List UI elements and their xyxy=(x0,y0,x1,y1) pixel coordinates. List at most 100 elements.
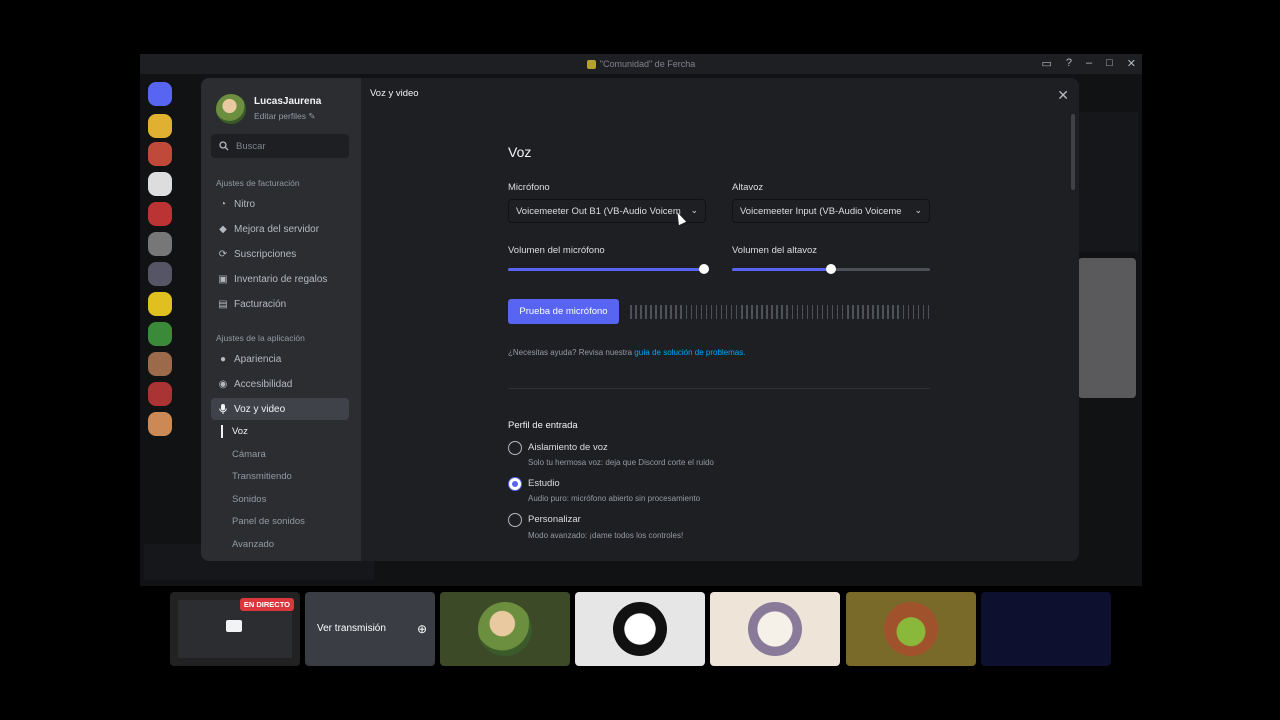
server-icon[interactable] xyxy=(148,382,172,406)
server-icon[interactable] xyxy=(148,352,172,376)
participant-tile[interactable] xyxy=(440,592,570,666)
home-icon[interactable] xyxy=(148,82,172,106)
avatar xyxy=(478,602,532,656)
mic-volume-handle[interactable] xyxy=(699,264,710,274)
meter-bar xyxy=(796,305,799,319)
radio-studio[interactable] xyxy=(508,477,522,491)
sidebar-item-gift-inventory[interactable]: ▣ Inventario de regalos xyxy=(211,268,349,290)
edit-profiles-link[interactable]: Editar perfiles xyxy=(254,111,306,121)
speaker-select[interactable]: Voicemeeter Input (VB-Audio Voiceme ⌄ xyxy=(732,199,930,223)
speaker-volume-fill xyxy=(732,268,831,271)
sidebar-item-nitro[interactable]: ◔ Nitro xyxy=(211,193,349,215)
radio-voice-isolation[interactable] xyxy=(508,441,522,455)
subitem-camera[interactable]: Cámara xyxy=(232,449,266,460)
subitem-streaming[interactable]: Transmitiendo xyxy=(232,471,292,482)
meter-bar xyxy=(655,305,657,319)
server-icon[interactable] xyxy=(148,262,172,286)
meter-bar xyxy=(836,305,839,319)
user-profile[interactable]: LucasJaurena Editar perfiles ✎ xyxy=(216,94,321,124)
meter-bar xyxy=(917,305,920,319)
subitem-sounds[interactable]: Sonidos xyxy=(232,494,266,505)
participant-tile[interactable] xyxy=(981,592,1111,666)
meter-bar xyxy=(695,305,698,319)
mic-volume-fill xyxy=(508,268,705,271)
maximize-button[interactable]: □ xyxy=(1106,57,1113,70)
server-icon[interactable] xyxy=(148,232,172,256)
profile-voice-isolation-desc: Solo tu hermosa voz: deja que Discord co… xyxy=(528,458,714,467)
meter-bar xyxy=(927,305,930,319)
close-window-button[interactable]: ✕ xyxy=(1127,57,1136,70)
sidebar-item-server-boost[interactable]: ◆ Mejora del servidor xyxy=(211,218,349,240)
meter-bar xyxy=(761,305,763,319)
active-subitem-indicator xyxy=(221,425,223,438)
sidebar-item-subscriptions[interactable]: ⟳ Suscripciones xyxy=(211,243,349,265)
meter-bar xyxy=(715,305,718,319)
meter-bar xyxy=(902,305,905,319)
server-icon[interactable] xyxy=(148,172,172,196)
meter-bar xyxy=(670,305,672,319)
settings-modal: LucasJaurena Editar perfiles ✎ Buscar Aj… xyxy=(201,78,1079,561)
scrollbar[interactable] xyxy=(1071,114,1075,190)
mic-volume-slider[interactable] xyxy=(508,264,710,274)
participant-tile[interactable] xyxy=(710,592,840,666)
meter-bar xyxy=(816,305,819,319)
help-text: ¿Necesitas ayuda? Revisa nuestra guía de… xyxy=(508,348,746,357)
subitem-soundboard[interactable]: Panel de sonidos xyxy=(232,516,305,527)
help-icon[interactable]: ? xyxy=(1066,57,1072,70)
search-icon xyxy=(219,141,229,151)
participant-tile[interactable] xyxy=(575,592,705,666)
meter-bar xyxy=(912,305,915,319)
mic-test-button[interactable]: Prueba de micrófono xyxy=(508,299,619,324)
chevron-down-icon: ⌄ xyxy=(914,205,922,215)
sidebar-item-appearance[interactable]: ● Apariencia xyxy=(211,348,349,370)
server-icon[interactable] xyxy=(148,412,172,436)
avatar xyxy=(613,602,667,656)
billing-icon: ▤ xyxy=(218,298,228,310)
chevron-down-icon: ⌄ xyxy=(690,205,698,215)
background-panel xyxy=(1078,112,1138,252)
subitem-voice[interactable]: Voz xyxy=(232,426,248,437)
speaker-volume-handle[interactable] xyxy=(826,264,836,274)
speaker-volume-slider[interactable] xyxy=(732,264,930,274)
sidebar-item-voice-video[interactable]: Voz y video xyxy=(211,398,349,420)
radio-custom[interactable] xyxy=(508,513,522,527)
meter-bar xyxy=(801,305,804,319)
server-icon[interactable] xyxy=(148,202,172,226)
meter-bar xyxy=(735,305,738,319)
server-icon[interactable] xyxy=(148,142,172,166)
sidebar-item-accessibility[interactable]: ◉ Accesibilidad xyxy=(211,373,349,395)
sidebar-item-billing[interactable]: ▤ Facturación xyxy=(211,293,349,315)
meter-bar xyxy=(862,305,864,319)
troubleshooting-link[interactable]: guía de solución de problemas. xyxy=(634,348,745,357)
section-title: Voz xyxy=(508,144,532,160)
meter-bar xyxy=(852,305,854,319)
meter-bar xyxy=(877,305,879,319)
microphone-value: Voicemeeter Out B1 (VB-Audio Voicem xyxy=(516,206,681,217)
meter-bar xyxy=(680,305,682,319)
stream-tile[interactable]: EN DIRECTO xyxy=(170,592,300,666)
inbox-icon[interactable]: ▭ xyxy=(1041,57,1051,70)
subitem-advanced[interactable]: Avanzado xyxy=(232,539,274,550)
search-input[interactable]: Buscar xyxy=(211,134,349,158)
server-icon xyxy=(586,60,596,70)
minimize-button[interactable]: – xyxy=(1086,57,1092,70)
screen-share-icon xyxy=(226,620,242,632)
close-icon[interactable]: ✕ xyxy=(1057,87,1069,104)
profile-studio-title: Estudio xyxy=(528,478,560,489)
meter-bar xyxy=(847,305,849,319)
pencil-icon: ✎ xyxy=(308,111,316,121)
profile-custom-title: Personalizar xyxy=(528,514,581,525)
server-icon[interactable] xyxy=(148,322,172,346)
meter-bar xyxy=(705,305,708,319)
server-icon[interactable] xyxy=(148,292,172,316)
server-icon[interactable] xyxy=(148,114,172,138)
meter-bar xyxy=(887,305,889,319)
watch-stream-tile[interactable]: Ver transmisión ⊕ xyxy=(305,592,435,666)
participant-tile[interactable] xyxy=(846,592,976,666)
meter-bar xyxy=(882,305,884,319)
meter-bar xyxy=(675,305,677,319)
live-badge: EN DIRECTO xyxy=(239,598,294,611)
username: LucasJaurena xyxy=(254,96,322,107)
meter-bar xyxy=(781,305,783,319)
mic-level-meter xyxy=(630,305,930,319)
